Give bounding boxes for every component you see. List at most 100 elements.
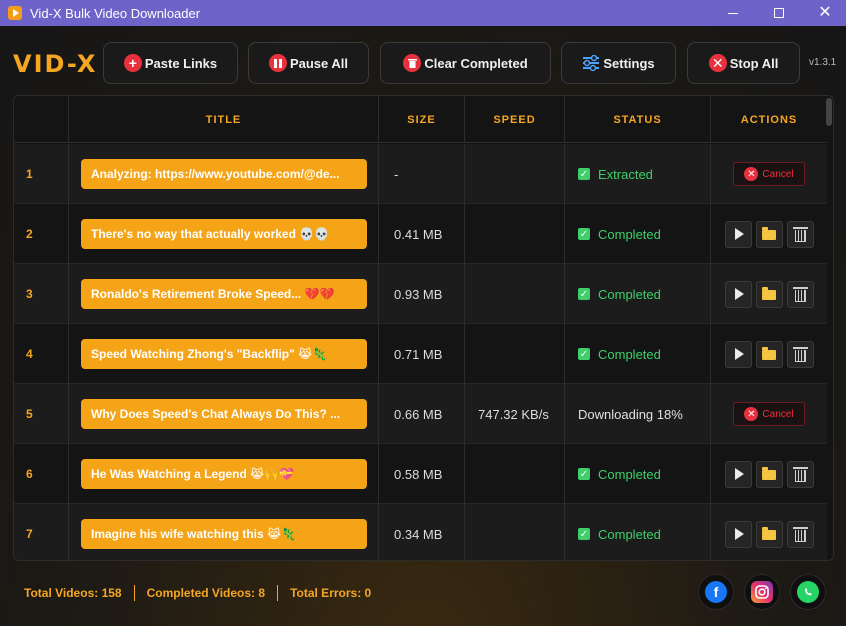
- divider: [133, 585, 135, 601]
- header-size: SIZE: [379, 96, 465, 143]
- speed-cell: [465, 204, 565, 264]
- play-icon: [734, 288, 744, 300]
- play-button[interactable]: [724, 460, 752, 488]
- status-text: Extracted: [598, 166, 653, 182]
- row-number: 5: [14, 384, 69, 444]
- table-row[interactable]: 2 There's no way that actually worked 💀💀…: [14, 204, 827, 264]
- title-cell: There's no way that actually worked 💀💀: [69, 204, 379, 264]
- minimize-button[interactable]: [710, 0, 756, 26]
- open-folder-button[interactable]: [755, 340, 783, 368]
- header-title: TITLE: [69, 96, 379, 143]
- trash-icon: [792, 226, 808, 242]
- table-row[interactable]: 5 Why Does Speed's Chat Always Do This? …: [14, 384, 827, 444]
- window-title: Vid-X Bulk Video Downloader: [30, 5, 201, 21]
- status-badge: ✓ Completed: [578, 467, 661, 482]
- check-icon: ✓: [578, 348, 590, 360]
- downloads-table: TITLE SIZE SPEED STATUS ACTIONS 1 Analyz…: [13, 95, 834, 561]
- close-icon: ✕: [818, 4, 832, 21]
- play-button[interactable]: [724, 340, 752, 368]
- close-button[interactable]: ✕: [802, 0, 846, 26]
- settings-label: Settings: [603, 55, 655, 71]
- delete-button[interactable]: [786, 460, 814, 488]
- folder-icon: [762, 467, 776, 480]
- play-button[interactable]: [724, 280, 752, 308]
- actions-cell: ✕ Cancel: [711, 144, 827, 204]
- settings-button[interactable]: Settings: [561, 42, 676, 84]
- cancel-button[interactable]: ✕ Cancel: [733, 162, 805, 186]
- folder-icon: [762, 527, 776, 540]
- folder-icon: [762, 347, 776, 360]
- check-icon: ✓: [578, 528, 590, 540]
- play-button[interactable]: [724, 220, 752, 248]
- delete-button[interactable]: [786, 520, 814, 548]
- row-number: 3: [14, 264, 69, 324]
- app-icon: [8, 6, 22, 20]
- play-icon: [734, 228, 744, 240]
- maximize-button[interactable]: [756, 0, 802, 26]
- facebook-button[interactable]: f: [698, 574, 734, 610]
- speed-cell: [465, 504, 565, 560]
- status-text: Downloading 18%: [578, 406, 683, 422]
- paste-links-label: Paste Links: [144, 55, 218, 71]
- cancel-icon: ✕: [744, 407, 759, 421]
- open-folder-button[interactable]: [755, 280, 783, 308]
- status-cell: ✓ Completed: [565, 504, 711, 560]
- row-number: 7: [14, 504, 69, 560]
- title-bar: Vid-X Bulk Video Downloader ✕: [0, 0, 846, 26]
- actions-cell: [711, 504, 827, 560]
- whatsapp-button[interactable]: [790, 574, 826, 610]
- video-title[interactable]: Analyzing: https://www.youtube.com/@de..…: [81, 159, 367, 189]
- status-text: Completed: [598, 226, 661, 242]
- open-folder-button[interactable]: [755, 520, 783, 548]
- stop-all-button[interactable]: ✕ Stop All: [687, 42, 800, 84]
- table-scrollbar[interactable]: [826, 98, 832, 558]
- status-badge: ✓ Extracted: [578, 167, 653, 182]
- video-title[interactable]: There's no way that actually worked 💀💀: [81, 219, 367, 249]
- stop-all-label: Stop All: [729, 55, 779, 71]
- row-number: 2: [14, 204, 69, 264]
- play-button[interactable]: [724, 520, 752, 548]
- pause-all-button[interactable]: Pause All: [248, 42, 369, 84]
- title-cell: Why Does Speed's Chat Always Do This? ..…: [69, 384, 379, 444]
- video-title[interactable]: Speed Watching Zhong's "Backflip" 😹🦎: [81, 339, 367, 369]
- size-cell: -: [379, 144, 465, 204]
- paste-links-button[interactable]: + Paste Links: [103, 42, 238, 84]
- title-cell: He Was Watching a Legend 😹🙌💝: [69, 444, 379, 504]
- instagram-icon: [751, 581, 773, 603]
- title-cell: Analyzing: https://www.youtube.com/@de..…: [69, 144, 379, 204]
- table-row[interactable]: 7 Imagine his wife watching this 😹🦎 0.34…: [14, 504, 827, 560]
- table-row[interactable]: 1 Analyzing: https://www.youtube.com/@de…: [14, 144, 827, 204]
- trash-icon: [792, 526, 808, 542]
- completed-videos: Completed Videos: 8: [146, 586, 266, 600]
- status-text: Completed: [598, 286, 661, 302]
- video-title[interactable]: Why Does Speed's Chat Always Do This? ..…: [81, 399, 367, 429]
- clear-completed-button[interactable]: Clear Completed: [380, 42, 551, 84]
- open-folder-button[interactable]: [755, 460, 783, 488]
- table-row[interactable]: 4 Speed Watching Zhong's "Backflip" 😹🦎 0…: [14, 324, 827, 384]
- folder-icon: [762, 287, 776, 300]
- status-cell: ✓ Completed: [565, 264, 711, 324]
- video-title[interactable]: Imagine his wife watching this 😹🦎: [81, 519, 367, 549]
- check-icon: ✓: [578, 288, 590, 300]
- size-cell: 0.41 MB: [379, 204, 465, 264]
- divider: [277, 585, 279, 601]
- video-title[interactable]: He Was Watching a Legend 😹🙌💝: [81, 459, 367, 489]
- title-cell: Speed Watching Zhong's "Backflip" 😹🦎: [69, 324, 379, 384]
- plus-icon: +: [123, 54, 142, 72]
- delete-button[interactable]: [786, 220, 814, 248]
- delete-button[interactable]: [786, 340, 814, 368]
- delete-button[interactable]: [786, 280, 814, 308]
- size-cell: 0.34 MB: [379, 504, 465, 560]
- table-row[interactable]: 3 Ronaldo's Retirement Broke Speed... 💔💔…: [14, 264, 827, 324]
- row-number: 4: [14, 324, 69, 384]
- instagram-button[interactable]: [744, 574, 780, 610]
- cancel-icon: ✕: [744, 167, 759, 181]
- table-row[interactable]: 6 He Was Watching a Legend 😹🙌💝 0.58 MB ✓…: [14, 444, 827, 504]
- video-title[interactable]: Ronaldo's Retirement Broke Speed... 💔💔: [81, 279, 367, 309]
- scroll-thumb[interactable]: [826, 98, 832, 126]
- status-text: Completed: [598, 466, 661, 482]
- total-errors: Total Errors: 0: [290, 586, 372, 600]
- cancel-button[interactable]: ✕ Cancel: [733, 402, 805, 426]
- pause-icon: [268, 54, 287, 72]
- open-folder-button[interactable]: [755, 220, 783, 248]
